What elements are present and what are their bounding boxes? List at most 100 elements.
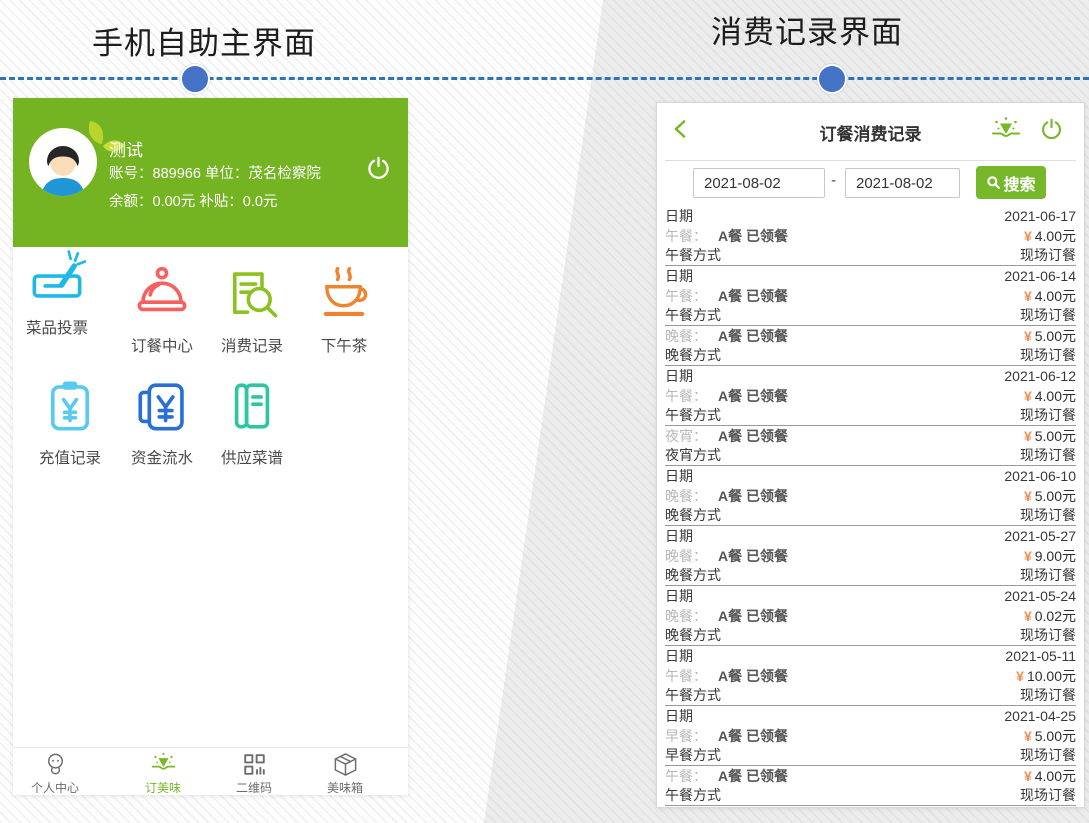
method-label: 早餐方式 [665, 746, 721, 765]
meal-price: 9.00元 [1035, 548, 1076, 564]
meal-name: 晚餐： [665, 608, 707, 624]
user-header: 测试 账号：889966 单位：茂名检察院 余额：0.00元 补贴：0.0元 [13, 98, 408, 247]
meal-name: 午餐： [665, 288, 707, 304]
currency-symbol: ¥ [1024, 548, 1032, 564]
menu-item-菜品投票[interactable]: 菜品投票 [13, 247, 101, 338]
menu-item-资金流水[interactable]: 资金流水 [118, 377, 206, 468]
record-date-row: 日期2021-06-14 [665, 266, 1076, 286]
record-meal-row: 晚餐： A餐 已领餐 ¥9.00元 [665, 546, 1076, 566]
method-value: 现场订餐 [1020, 246, 1076, 265]
meal-desc: A餐 已领餐 [718, 488, 788, 504]
currency-symbol: ¥ [1024, 768, 1032, 784]
coffee-icon [315, 265, 373, 323]
record-meal-row: 午餐：A餐 已领餐¥4.00元 [665, 766, 1076, 786]
records-list[interactable]: 日期2021-06-17午餐：A餐 已领餐¥4.00元午餐方式现场订餐日期202… [665, 206, 1076, 806]
user-name: 测试 [109, 136, 143, 161]
meal-name: 午餐： [665, 388, 707, 404]
record-date-row: 日期 2021-06-12 [665, 366, 1076, 386]
meal-name: 夜宵： [665, 428, 707, 444]
menu-item-订餐中心[interactable]: 订餐中心 [118, 265, 206, 356]
date-from-input[interactable] [693, 168, 825, 198]
method-label: 晚餐方式 [665, 626, 721, 645]
bottom-tab-bar: 订美味 二维码 美味箱 个人中心 [13, 747, 408, 795]
method-value: 现场订餐 [1020, 626, 1076, 645]
meal-price: 4.00元 [1035, 228, 1076, 244]
meal-price: 4.00元 [1035, 768, 1076, 784]
record-date-row: 日期2021-06-10 [665, 466, 1076, 486]
record-method-row: 晚餐方式现场订餐 [665, 506, 1076, 526]
record-method-row: 午餐方式现场订餐 [665, 406, 1076, 426]
meal-desc: A餐 已领餐 [718, 608, 788, 624]
search-button-label: 搜索 [1003, 171, 1035, 195]
currency-symbol: ¥ [1024, 288, 1032, 304]
method-label: 午餐方式 [665, 306, 721, 325]
menu-book-icon [223, 377, 281, 435]
funnel-icon [150, 751, 177, 778]
user-balance-line: 余额：0.00元 补贴：0.0元 [109, 190, 277, 211]
tab-item-二维码[interactable]: 二维码 [212, 751, 296, 796]
record-method-row: 晚餐方式 现场订餐 [665, 626, 1076, 646]
meal-name: 晚餐： [665, 548, 707, 564]
record-meal-row: 夜宵：A餐 已领餐¥5.00元 [665, 426, 1076, 446]
currency-symbol: ¥ [1024, 428, 1032, 444]
method-label: 午餐方式 [665, 786, 721, 805]
logout-power-icon[interactable] [1039, 117, 1064, 142]
logout-power-icon[interactable] [365, 155, 392, 182]
date-value: 2021-06-12 [1004, 367, 1076, 386]
tab-item-订美味[interactable]: 订美味 [121, 751, 205, 796]
record-method-row: 晚餐方式 现场订餐 [665, 566, 1076, 586]
meal-price: 5.00元 [1035, 428, 1076, 444]
records-header: 订餐消费记录 [657, 103, 1084, 160]
date-label: 日期 [665, 207, 693, 226]
date-range-separator: - [831, 172, 836, 190]
user-account-line: 账号：889966 单位：茂名检察院 [109, 162, 321, 183]
record-meal-row: 午餐：A餐 已领餐¥4.00元 [665, 286, 1076, 306]
record-meal-row: 早餐：A餐 已领餐¥5.00元 [665, 726, 1076, 746]
menu-item-消费记录[interactable]: 消费记录 [208, 265, 296, 356]
date-value: 2021-06-14 [1004, 267, 1076, 286]
method-label: 晚餐方式 [665, 566, 721, 585]
meal-name: 午餐： [665, 228, 707, 244]
record-date-row: 日期2021-05-11 [665, 646, 1076, 666]
meal-desc: A餐 已领餐 [718, 388, 788, 404]
date-label: 日期 [665, 527, 693, 546]
method-value: 现场订餐 [1020, 566, 1076, 585]
meal-desc: A餐 已领餐 [718, 728, 788, 744]
header-divider [665, 160, 1076, 161]
method-label: 晚餐方式 [665, 346, 721, 365]
currency-symbol: ¥ [1024, 228, 1032, 244]
search-button[interactable]: 搜索 [976, 166, 1046, 199]
date-label: 日期 [665, 467, 693, 486]
meal-desc: A餐 已领餐 [718, 288, 788, 304]
record-date-row: 日期2021-05-27 [665, 526, 1076, 546]
record-meal-row: 晚餐：A餐 已领餐¥5.00元 [665, 326, 1076, 346]
record-meal-row: 午餐：A餐 已领餐¥4.00元 [665, 226, 1076, 246]
record-meal-row: 晚餐：A餐 已领餐¥0.02元 [665, 606, 1076, 626]
record-date-row: 日期2021-06-17 [665, 206, 1076, 226]
currency-symbol: ¥ [1024, 328, 1032, 344]
record-date-row: 日期2021-05-24 [665, 586, 1076, 606]
phone-main-screen: 测试 账号：889966 单位：茂名检察院 余额：0.00元 补贴：0.0元 订… [13, 98, 408, 795]
method-value: 现场订餐 [1020, 786, 1076, 805]
tab-item-美味箱[interactable]: 美味箱 [303, 751, 387, 796]
timeline-dot-right [817, 64, 847, 94]
date-label: 日期 [665, 367, 693, 386]
section-title-main-ui: 手机自助主界面 [4, 18, 404, 63]
meal-desc: A餐 已领餐 [718, 548, 788, 564]
tab-item-个人中心[interactable]: 个人中心 [13, 751, 97, 796]
record-method-row: 晚餐方式现场订餐 [665, 346, 1076, 366]
menu-item-充值记录[interactable]: 充值记录 [26, 377, 114, 468]
record-method-row: 夜宵方式现场订餐 [665, 446, 1076, 466]
clipboard-yen-icon [41, 377, 99, 435]
wallet-yen-icon [133, 377, 191, 435]
menu-item-供应菜谱[interactable]: 供应菜谱 [208, 377, 296, 468]
meal-price: 5.00元 [1035, 328, 1076, 344]
menu-item-下午茶[interactable]: 下午茶 [300, 265, 388, 356]
record-method-row: 午餐方式现场订餐 [665, 686, 1076, 706]
method-label: 午餐方式 [665, 246, 721, 265]
record-date-row: 日期2021-04-25 [665, 706, 1076, 726]
funnel-filter-icon[interactable] [990, 115, 1022, 145]
currency-symbol: ¥ [1024, 488, 1032, 504]
date-to-input[interactable] [845, 168, 960, 198]
meal-desc: A餐 已领餐 [718, 768, 788, 784]
